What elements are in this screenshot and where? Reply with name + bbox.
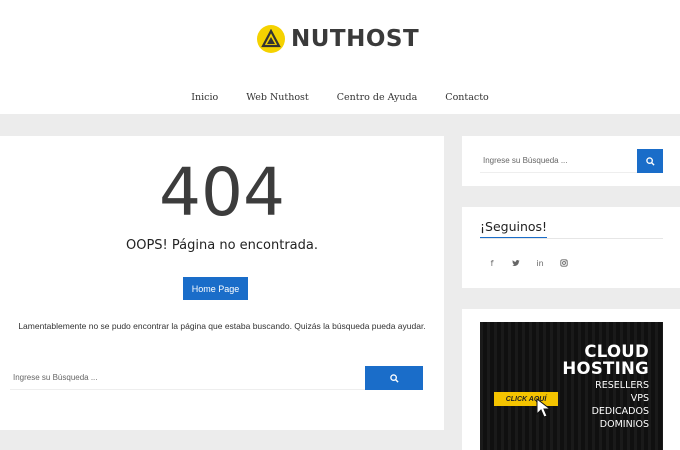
banner-item-vps: VPS [630, 393, 649, 404]
search-icon [389, 373, 399, 383]
sidebar-search-form [480, 149, 663, 173]
banner-item-resellers: RESELLERS [595, 380, 649, 391]
nav-item-centro-de-ayuda[interactable]: Centro de Ayuda [323, 92, 432, 103]
sidebar-search-input[interactable] [480, 149, 637, 173]
facebook-icon[interactable]: f [480, 253, 504, 273]
main-search-button[interactable] [365, 366, 423, 390]
cursor-icon [536, 398, 552, 418]
logo-mark-icon [257, 25, 285, 53]
site-logo[interactable]: NUTHOST [257, 24, 419, 54]
nav-item-contacto[interactable]: Contacto [431, 92, 502, 103]
instagram-icon[interactable] [552, 253, 576, 273]
banner-item-dedicados: DEDICADOS [591, 406, 649, 417]
nav-item-inicio[interactable]: Inicio [177, 92, 232, 103]
twitter-icon[interactable] [504, 253, 528, 273]
sidebar-search-button[interactable] [637, 149, 663, 173]
site-header: NUTHOST Inicio Web Nuthost Centro de Ayu… [0, 0, 680, 114]
linkedin-icon[interactable]: in [528, 253, 552, 273]
error-apology-text: Lamentablemente no se pudo encontrar la … [18, 321, 426, 331]
error-message: OOPS! Página no encontrada. [126, 238, 318, 253]
cloud-hosting-banner[interactable]: CLOUD HOSTING CLICK AQUÍ RESELLERS VPS D… [480, 322, 663, 450]
error-code: 404 [159, 154, 285, 231]
social-links: f in [480, 253, 576, 273]
main-nav: Inicio Web Nuthost Centro de Ayuda Conta… [0, 92, 680, 103]
main-search-input[interactable] [10, 366, 365, 390]
banner-title-hosting: HOSTING [562, 359, 649, 378]
search-icon [645, 156, 655, 166]
follow-title: ¡Seguinos! [480, 219, 548, 239]
main-search-form [10, 366, 423, 390]
home-page-button[interactable]: Home Page [183, 277, 248, 300]
logo-text: NUTHOST [291, 26, 420, 52]
banner-item-dominios: DOMINIOS [599, 419, 649, 430]
nav-item-web-nuthost[interactable]: Web Nuthost [232, 92, 323, 103]
follow-divider [480, 238, 663, 239]
